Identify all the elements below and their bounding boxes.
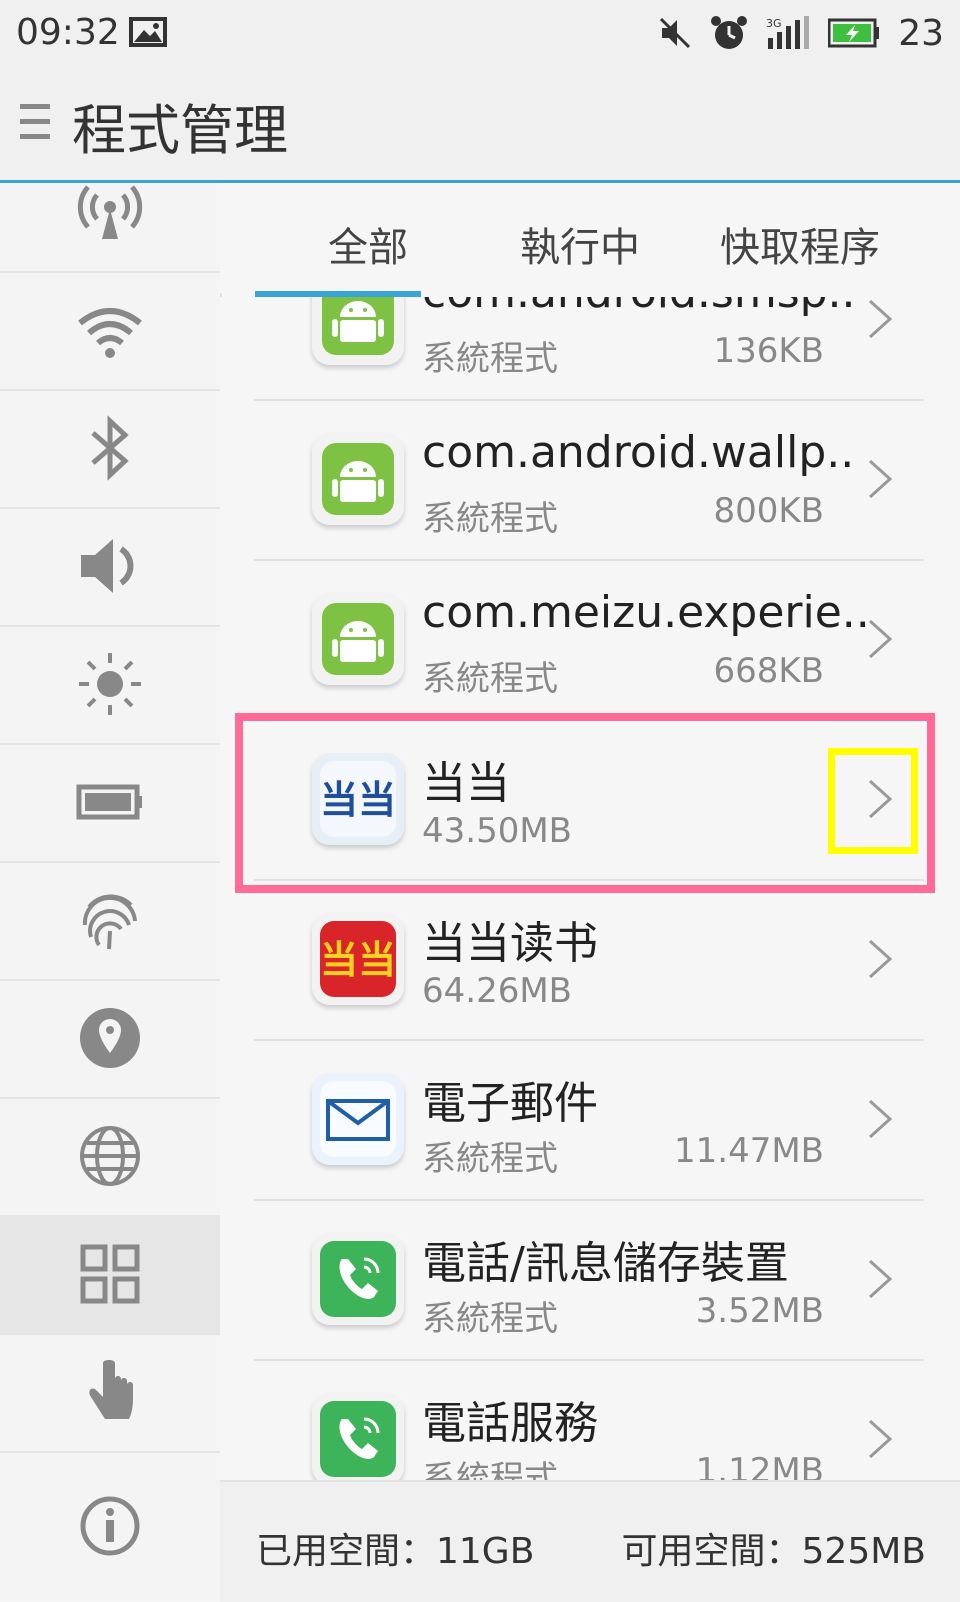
menu-icon[interactable] (20, 100, 52, 144)
list-item[interactable]: 電子郵件 系統程式 11.47MB (254, 1039, 924, 1201)
status-bar: 09:32 3G 23 (0, 0, 960, 66)
app-name: com.android.smsp.. (422, 297, 856, 318)
battery-icon (76, 784, 142, 820)
available-space: 可用空間：525MB (621, 1531, 926, 1572)
tab-all[interactable]: 全部 (328, 215, 408, 273)
app-type: 系統程式 (422, 499, 558, 539)
signal-icon: 3G (766, 16, 810, 49)
app-name: 当当读书 (422, 918, 598, 969)
list-item[interactable]: 当当 当当读书 64.26MB (254, 879, 924, 1041)
dangdang-reader-icon: 当当 (312, 913, 404, 1005)
battery-icon (828, 18, 880, 48)
app-size: 11.47MB (674, 1131, 824, 1171)
list-item[interactable]: com.android.wallp.. 系統程式 800KB (254, 399, 924, 561)
app-type: 系統程式 (422, 1139, 558, 1179)
sidebar-item-wifi[interactable] (0, 271, 220, 391)
app-type: 系統程式 (422, 1459, 558, 1480)
battery-level: 23 (898, 12, 944, 54)
arrow-highlight-box (828, 748, 918, 854)
sidebar-item-apps[interactable] (0, 1215, 220, 1335)
fingerprint-icon (82, 894, 137, 950)
list-item[interactable]: com.meizu.experie.. 系統程式 668KB (254, 559, 924, 721)
gesture-icon (89, 1360, 133, 1419)
list-item[interactable]: 電話服務 系統程式 1.12MB (254, 1359, 924, 1480)
sidebar-item-fingerprint[interactable] (0, 861, 220, 981)
svg-text:3G: 3G (766, 17, 782, 30)
app-name: com.meizu.experie.. (422, 587, 870, 638)
sidebar-item-location[interactable] (0, 979, 220, 1099)
sidebar-item-hotspot[interactable] (0, 153, 220, 273)
list-item[interactable]: com.android.smsp.. 系統程式 136KB (254, 297, 924, 401)
location-icon (80, 1008, 140, 1068)
app-size: 1.12MB (695, 1451, 824, 1480)
storage-footer: 已用空間：11GB 可用空間：525MB (220, 1480, 960, 1602)
app-size: 3.52MB (695, 1291, 824, 1331)
settings-sidebar (0, 183, 222, 1600)
tab-cached[interactable]: 快取程序 (720, 215, 880, 273)
android-icon (312, 297, 404, 365)
app-size: 668KB (713, 651, 824, 691)
tab-selected-indicator (255, 291, 421, 297)
sidebar-item-bluetooth[interactable] (0, 389, 220, 509)
app-type: 系統程式 (422, 1299, 558, 1339)
image-icon (129, 17, 167, 47)
app-name: com.android.wallp.. (422, 427, 855, 478)
android-icon (312, 433, 404, 525)
app-size: 64.26MB (422, 971, 572, 1011)
volume-icon (81, 539, 134, 593)
hotspot-icon (77, 185, 143, 239)
sidebar-item-gestures[interactable] (0, 1333, 220, 1453)
app-type: 系統程式 (422, 339, 558, 379)
app-size: 136KB (713, 331, 824, 371)
info-icon (80, 1496, 140, 1555)
chevron-right-icon[interactable] (866, 457, 894, 501)
chevron-right-icon[interactable] (866, 617, 894, 661)
app-size: 800KB (713, 491, 824, 531)
app-name: 電話/訊息儲存裝置 (422, 1238, 789, 1289)
phone-icon (312, 1233, 404, 1325)
alarm-icon (711, 16, 748, 49)
chevron-right-icon[interactable] (866, 1257, 894, 1301)
globe-icon (80, 1126, 140, 1186)
sidebar-item-display[interactable] (0, 625, 220, 745)
sidebar-item-sound[interactable] (0, 507, 220, 627)
mute-icon (660, 17, 691, 49)
status-time: 09:32 (16, 12, 120, 53)
brightness-icon (79, 653, 141, 715)
used-space: 已用空間：11GB (256, 1531, 535, 1572)
phone-icon (312, 1393, 404, 1480)
wifi-icon (78, 308, 142, 358)
sidebar-item-battery[interactable] (0, 743, 220, 863)
app-name: 電子郵件 (422, 1078, 598, 1129)
chevron-right-icon[interactable] (866, 1097, 894, 1141)
app-tabs: 全部 執行中 快取程序 (220, 183, 960, 293)
status-icons: 3G 23 (658, 10, 944, 56)
app-type: 系統程式 (422, 659, 558, 699)
chevron-right-icon[interactable] (866, 297, 894, 341)
bluetooth-icon (91, 415, 129, 481)
svg-text:当当: 当当 (320, 938, 396, 982)
sidebar-item-about[interactable] (0, 1451, 220, 1600)
list-item[interactable]: 電話/訊息儲存裝置 系統程式 3.52MB (254, 1199, 924, 1361)
email-icon (312, 1073, 404, 1165)
android-icon (312, 593, 404, 685)
apps-grid-icon (80, 1244, 140, 1304)
chevron-right-icon[interactable] (866, 1417, 894, 1461)
tab-running[interactable]: 執行中 (520, 215, 640, 273)
app-name: 電話服務 (422, 1398, 598, 1449)
chevron-right-icon[interactable] (866, 937, 894, 981)
sidebar-item-language[interactable] (0, 1097, 220, 1217)
